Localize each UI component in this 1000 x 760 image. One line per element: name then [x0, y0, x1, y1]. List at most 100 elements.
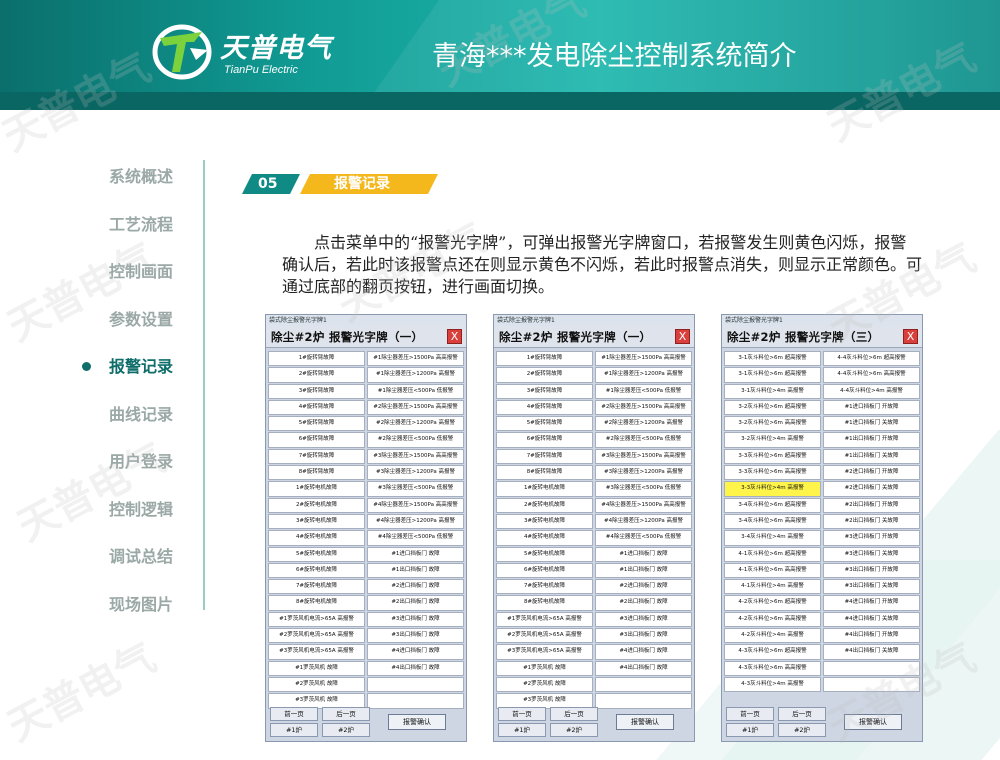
window-bar-title: 袋式除尘报警光字牌1: [494, 315, 694, 326]
alarm-cell: #1进口挡板门 关故障: [823, 416, 920, 432]
alarm-cell: #1罗茨风机电流>65A 高报警: [496, 611, 593, 628]
logo-mark-icon: [152, 24, 212, 80]
alarm-cell: #3罗茨风机电流>65A 高报警: [268, 644, 365, 660]
furnace-1-tab[interactable]: #1炉: [726, 723, 774, 737]
brand-name-cn: 天普电气: [220, 33, 332, 64]
alarm-cell: 2#旋转臂故障: [268, 367, 365, 383]
alarm-cell: 3-2灰斗料位>4m 高报警: [724, 432, 821, 448]
alarm-cell: 6#旋转电机故障: [496, 562, 593, 579]
alarm-cell: #1除尘器差压>1200Pa 高报警: [595, 367, 692, 383]
alarm-cell: #3罗茨风机电流>65A 高报警: [496, 644, 593, 660]
alarm-ack-button[interactable]: 报警确认: [844, 714, 902, 730]
nav-item-control-screen[interactable]: 控制画面: [80, 257, 195, 305]
alarm-cell: #2除尘器差压>1500Pa 高高报警: [367, 399, 464, 416]
nav-item-debug-summary[interactable]: 调试总结: [80, 542, 195, 590]
alarm-cell: 1#旋转臂故障: [268, 351, 365, 367]
alarm-cell: #2罗茨风机电流>65A 高报警: [268, 628, 365, 644]
alarm-cell: #3除尘器差压<500Pa 低报警: [595, 481, 692, 497]
alarm-cell: 7#旋转电机故障: [268, 579, 365, 595]
description-text: 点击菜单中的“报警光字牌”，可弹出报警光字牌窗口，若报警发生则黄色闪烁，报警确认…: [282, 233, 923, 296]
alarm-cell: #4除尘器差压<500Pa 低报警: [595, 530, 692, 546]
alarm-cell: 8#旋转臂故障: [496, 465, 593, 481]
alarm-cell: #2除尘器差压<500Pa 低报警: [367, 432, 464, 448]
alarm-cell: #1除尘器差压<500Pa 低报警: [367, 383, 464, 399]
prev-page-button[interactable]: 前一页: [726, 707, 774, 721]
window-footer: 前一页 后一页 #1炉 #2炉 报警确认: [724, 705, 920, 739]
nav-item-trend-record[interactable]: 曲线记录: [80, 400, 195, 448]
furnace-1-tab[interactable]: #1炉: [270, 723, 318, 737]
nav-item-process[interactable]: 工艺流程: [80, 210, 195, 258]
alarm-cell: 2#旋转电机故障: [268, 497, 365, 513]
alarm-cell: [595, 676, 692, 693]
alarm-window-2: 袋式除尘报警光字牌1 除尘#2炉 报警光字牌（一） X 1#旋转臂故障 #1除尘器差压>…: [493, 314, 695, 742]
alarm-cell: #1出口挡板门 故障: [367, 562, 464, 579]
alarm-cell: 4-4灰斗料位>4m 高报警: [823, 383, 920, 399]
nav-item-overview[interactable]: 系统概述: [80, 162, 195, 210]
close-icon[interactable]: X: [675, 329, 690, 344]
alarm-cell: #4进口挡板门 开故障: [823, 595, 920, 611]
alarm-ack-button[interactable]: 报警确认: [616, 714, 674, 730]
nav-item-parameters[interactable]: 参数设置: [80, 305, 195, 353]
alarm-cell: 5#旋转臂故障: [268, 416, 365, 432]
window-header: 除尘#2炉 报警光字牌（三） X: [722, 326, 922, 348]
alarm-cell: 4-3灰斗料位>4m 高报警: [724, 676, 821, 693]
alarm-cell: #3除尘器差压>1200Pa 高报警: [367, 465, 464, 481]
alarm-cell: 4-1灰斗料位>4m 高报警: [724, 579, 821, 595]
alarm-cell: 3-4灰斗料位>4m 高报警: [724, 530, 821, 546]
furnace-2-tab[interactable]: #2炉: [778, 723, 826, 737]
alarm-cell: #2出口挡板门 故障: [595, 595, 692, 611]
alarm-ack-button[interactable]: 报警确认: [388, 714, 446, 730]
alarm-cell: #1除尘器差压>1200Pa 高报警: [367, 367, 464, 383]
alarm-cell: #1除尘器差压>1500Pa 高高报警: [595, 351, 692, 367]
alarm-cell: #2进口挡板门 开故障: [823, 465, 920, 481]
alarm-cell: 3-4灰斗料位>6m 高高报警: [724, 513, 821, 530]
alarm-cell: 4-4灰斗料位>6m 高高报警: [823, 367, 920, 383]
alarm-cell: #4进口挡板门 故障: [367, 644, 464, 660]
alarm-cell: #1罗茨风机 故障: [496, 660, 593, 676]
next-page-button[interactable]: 后一页: [322, 707, 370, 721]
nav-item-control-logic[interactable]: 控制逻辑: [80, 495, 195, 543]
nav-item-site-photos[interactable]: 现场图片: [80, 590, 195, 638]
alarm-cell: 6#旋转臂故障: [268, 432, 365, 448]
alarm-cell: #2出口挡板门 关故障: [823, 513, 920, 530]
window-title: 除尘#2炉 报警光字牌（三）: [727, 329, 880, 344]
alarm-cell: #1进口挡板门 故障: [595, 546, 692, 562]
furnace-2-tab[interactable]: #2炉: [322, 723, 370, 737]
next-page-button[interactable]: 后一页: [778, 707, 826, 721]
prev-page-button[interactable]: 前一页: [498, 707, 546, 721]
close-icon[interactable]: X: [903, 329, 918, 344]
alarm-cell: #1进口挡板门 开故障: [823, 399, 920, 416]
next-page-button[interactable]: 后一页: [550, 707, 598, 721]
alarm-cell: #2除尘器差压>1200Pa 高报警: [595, 416, 692, 432]
alarm-cell: 5#旋转臂故障: [496, 416, 593, 432]
furnace-1-tab[interactable]: #1炉: [498, 723, 546, 737]
alarm-cell: #1除尘器差压>1500Pa 高高报警: [367, 351, 464, 367]
window-title: 除尘#2炉 报警光字牌（一）: [271, 329, 424, 344]
alarm-cell: [367, 676, 464, 693]
alarm-cell: #4出口挡板门 故障: [367, 660, 464, 676]
nav-item-user-login[interactable]: 用户登录: [80, 447, 195, 495]
alarm-cell: #1罗茨风机 故障: [268, 660, 365, 676]
alarm-cell: 3-3灰斗料位>4m 高报警: [724, 481, 821, 497]
alarm-cell: 4-2灰斗料位>6m 超高报警: [724, 595, 821, 611]
alarm-cell: 2#旋转臂故障: [496, 367, 593, 383]
prev-page-button[interactable]: 前一页: [270, 707, 318, 721]
alarm-cell: 3-1灰斗料位>6m 超高报警: [724, 367, 821, 383]
close-icon[interactable]: X: [447, 329, 462, 344]
alarm-cell: 2#旋转电机故障: [496, 497, 593, 513]
alarm-cell: #3进口挡板门 关故障: [823, 546, 920, 562]
alarm-cell: #4除尘器差压<500Pa 低报警: [367, 530, 464, 546]
alarm-cell: #1出口挡板门 故障: [595, 562, 692, 579]
alarm-cell: 1#旋转电机故障: [268, 481, 365, 497]
company-logo: 天普电气 TianPu Electric: [150, 20, 350, 82]
alarm-cell: #3进口挡板门 故障: [367, 611, 464, 628]
alarm-grid: 1#旋转臂故障 #1除尘器差压>1500Pa 高高报警 2#旋转臂故障 #1除尘器差压…: [268, 351, 464, 709]
alarm-cell: 3-2灰斗料位>6m 超高报警: [724, 399, 821, 416]
alarm-cell: #3除尘器差压<500Pa 低报警: [367, 481, 464, 497]
furnace-2-tab[interactable]: #2炉: [550, 723, 598, 737]
alarm-cell: 1#旋转臂故障: [496, 351, 593, 367]
nav-item-alarm-record[interactable]: 报警记录: [80, 352, 195, 400]
alarm-cell: 4-1灰斗料位>6m 超高报警: [724, 546, 821, 562]
alarm-cell: #2罗茨风机电流>65A 高报警: [496, 628, 593, 644]
alarm-cell: #1出口挡板门 开故障: [823, 432, 920, 448]
